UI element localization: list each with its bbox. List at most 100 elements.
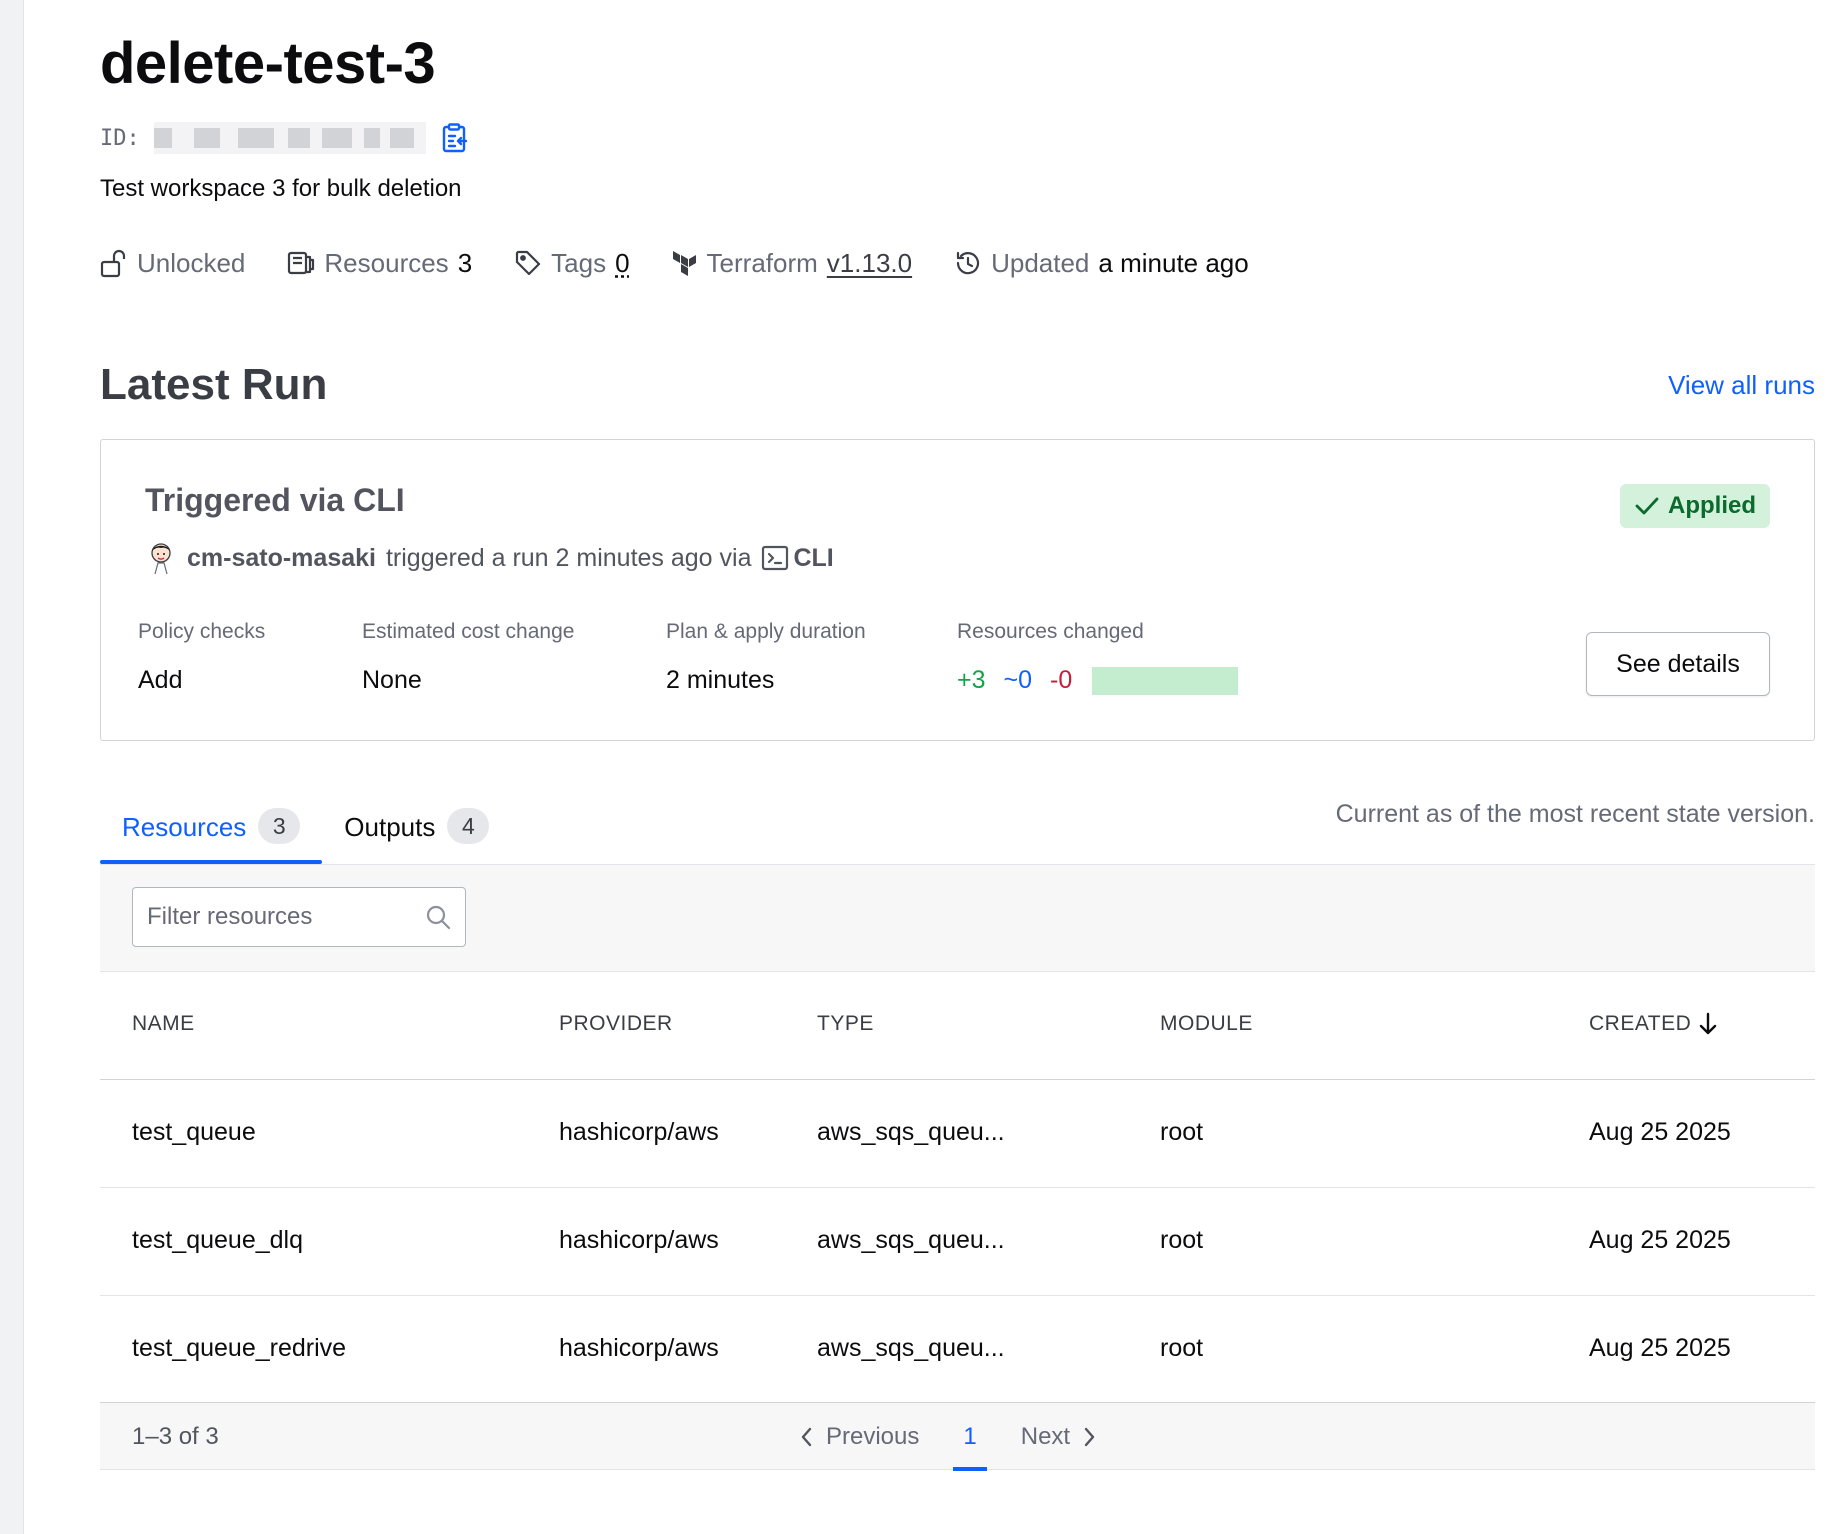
filter-field	[132, 887, 466, 947]
resources-count: 3	[457, 247, 473, 278]
pagination: 1–3 of 3 Previous 1 Next	[100, 1402, 1815, 1471]
cell-created: Aug 25 2025	[1589, 1118, 1731, 1146]
destroyed-count: -0	[1050, 666, 1073, 694]
filter-resources-input[interactable]	[133, 903, 413, 931]
tab-resources-label: Resources	[122, 812, 247, 842]
cell-module: root	[1160, 1118, 1204, 1146]
table-row[interactable]: test_queue hashicorp/aws aws_sqs_queu...…	[100, 1080, 1815, 1188]
tab-outputs[interactable]: Outputs 4	[322, 808, 511, 864]
header-type: TYPE	[817, 1012, 874, 1035]
table-header: NAME PROVIDER TYPE MODULE CREATED	[100, 972, 1815, 1080]
header-created-label: CREATED	[1589, 1012, 1692, 1035]
cell-type: aws_sqs_queu...	[817, 1334, 1005, 1362]
status-badge: Applied	[1620, 484, 1770, 528]
previous-page-label: Previous	[826, 1423, 920, 1450]
next-page-button[interactable]: Next	[1021, 1423, 1096, 1451]
status-label: Applied	[1668, 492, 1756, 519]
trigger-user: cm-sato-masaki	[187, 543, 376, 572]
policy-checks-stat: Policy checks Add	[138, 620, 265, 695]
pagination-summary: 1–3 of 3	[132, 1423, 219, 1450]
workspace-overview: delete-test-3 ID: Test workspace 3 for b…	[100, 0, 1815, 1534]
check-icon	[1635, 497, 1659, 515]
clipboard-copy-icon[interactable]	[440, 122, 470, 154]
cost-change-stat: Estimated cost change None	[362, 620, 574, 695]
chevron-right-icon	[1084, 1427, 1095, 1447]
history-icon	[956, 251, 980, 275]
cell-provider: hashicorp/aws	[559, 1118, 719, 1146]
tags-meta: Tags 0	[514, 247, 630, 279]
header-name: NAME	[132, 1012, 195, 1035]
updated-label: Updated	[991, 247, 1090, 278]
resources-changed-values: +3 ~0 -0	[957, 666, 1239, 695]
header-provider: PROVIDER	[559, 1012, 673, 1035]
resources-changed-stat: Resources changed +3 ~0 -0	[957, 620, 1239, 695]
updated-value: a minute ago	[1098, 247, 1249, 278]
tab-resources-count: 3	[258, 808, 301, 844]
previous-page-button[interactable]: Previous	[800, 1423, 919, 1451]
terraform-version-meta: Terraform v1.13.0	[672, 247, 912, 279]
terraform-version-link[interactable]: v1.13.0	[827, 248, 912, 279]
next-page-label: Next	[1020, 1423, 1071, 1450]
resources-icon	[288, 251, 315, 275]
tags-count[interactable]: 0	[615, 248, 629, 279]
tags-label: Tags	[551, 247, 607, 278]
run-trigger-info: cm-sato-masaki triggered a run 2 minutes…	[145, 538, 834, 578]
page-number-current[interactable]: 1	[953, 1403, 988, 1471]
header-module: MODULE	[1160, 1012, 1253, 1035]
tag-icon	[516, 250, 541, 276]
unlock-icon	[100, 249, 126, 278]
cell-module: root	[1160, 1334, 1204, 1362]
duration-value: 2 minutes	[666, 666, 775, 694]
avatar	[151, 543, 171, 575]
cell-name: test_queue	[132, 1118, 256, 1146]
left-rail	[0, 0, 24, 1534]
workspace-meta: Unlocked Resources 3 Tags 0 Terraform v1…	[100, 245, 1249, 281]
policy-checks-label: Policy checks	[138, 620, 266, 643]
resources-label: Resources	[324, 247, 449, 278]
cell-provider: hashicorp/aws	[559, 1334, 719, 1362]
cell-created: Aug 25 2025	[1589, 1334, 1731, 1362]
view-all-runs-link[interactable]: View all runs	[1668, 370, 1815, 401]
arrow-down-icon	[1700, 1012, 1717, 1035]
terraform-logo-icon	[672, 251, 696, 276]
changes-bar	[1092, 666, 1239, 695]
cell-module: root	[1160, 1226, 1204, 1254]
cell-name: test_queue_redrive	[132, 1334, 347, 1362]
workspace-description: Test workspace 3 for bulk deletion	[100, 175, 462, 202]
trigger-text: triggered a run 2 minutes ago via	[385, 543, 752, 572]
resources-meta: Resources 3	[287, 248, 472, 279]
latest-run-heading: Latest Run	[100, 360, 328, 409]
duration-label: Plan & apply duration	[666, 620, 866, 643]
trigger-source: CLI	[761, 543, 834, 573]
header-created[interactable]: CREATED	[1589, 1012, 1717, 1036]
cell-provider: hashicorp/aws	[559, 1226, 719, 1254]
cost-change-label: Estimated cost change	[362, 620, 575, 643]
table-row[interactable]: test_queue_dlq hashicorp/aws aws_sqs_que…	[100, 1188, 1815, 1296]
resources-table: NAME PROVIDER TYPE MODULE CREATED test_q…	[100, 972, 1815, 1404]
id-label: ID:	[100, 125, 140, 151]
see-details-button[interactable]: See details	[1586, 632, 1770, 696]
lock-status-label: Unlocked	[137, 247, 246, 278]
added-count: +3	[957, 666, 986, 694]
lock-status: Unlocked	[100, 248, 245, 279]
workspace-id-row: ID:	[100, 121, 470, 155]
cell-type: aws_sqs_queu...	[817, 1226, 1005, 1254]
tab-outputs-label: Outputs	[344, 812, 436, 842]
resources-changed-label: Resources changed	[957, 620, 1144, 643]
policy-checks-value: Add	[138, 666, 183, 694]
resource-tabs: Resources 3 Outputs 4	[100, 808, 511, 864]
table-row[interactable]: test_queue_redrive hashicorp/aws aws_sqs…	[100, 1296, 1815, 1404]
cell-type: aws_sqs_queu...	[817, 1118, 1005, 1146]
terminal-icon	[762, 545, 789, 571]
terraform-label: Terraform	[706, 247, 818, 278]
chevron-left-icon	[801, 1427, 812, 1447]
trigger-source-label: CLI	[793, 543, 834, 572]
cell-created: Aug 25 2025	[1589, 1226, 1731, 1254]
search-icon	[426, 905, 451, 930]
duration-stat: Plan & apply duration 2 minutes	[666, 620, 866, 695]
tab-resources[interactable]: Resources 3	[100, 808, 323, 864]
changed-count: ~0	[1003, 666, 1033, 694]
page-title: delete-test-3	[100, 31, 436, 96]
state-note: Current as of the most recent state vers…	[1335, 800, 1815, 828]
run-title[interactable]: Triggered via CLI	[145, 482, 405, 519]
